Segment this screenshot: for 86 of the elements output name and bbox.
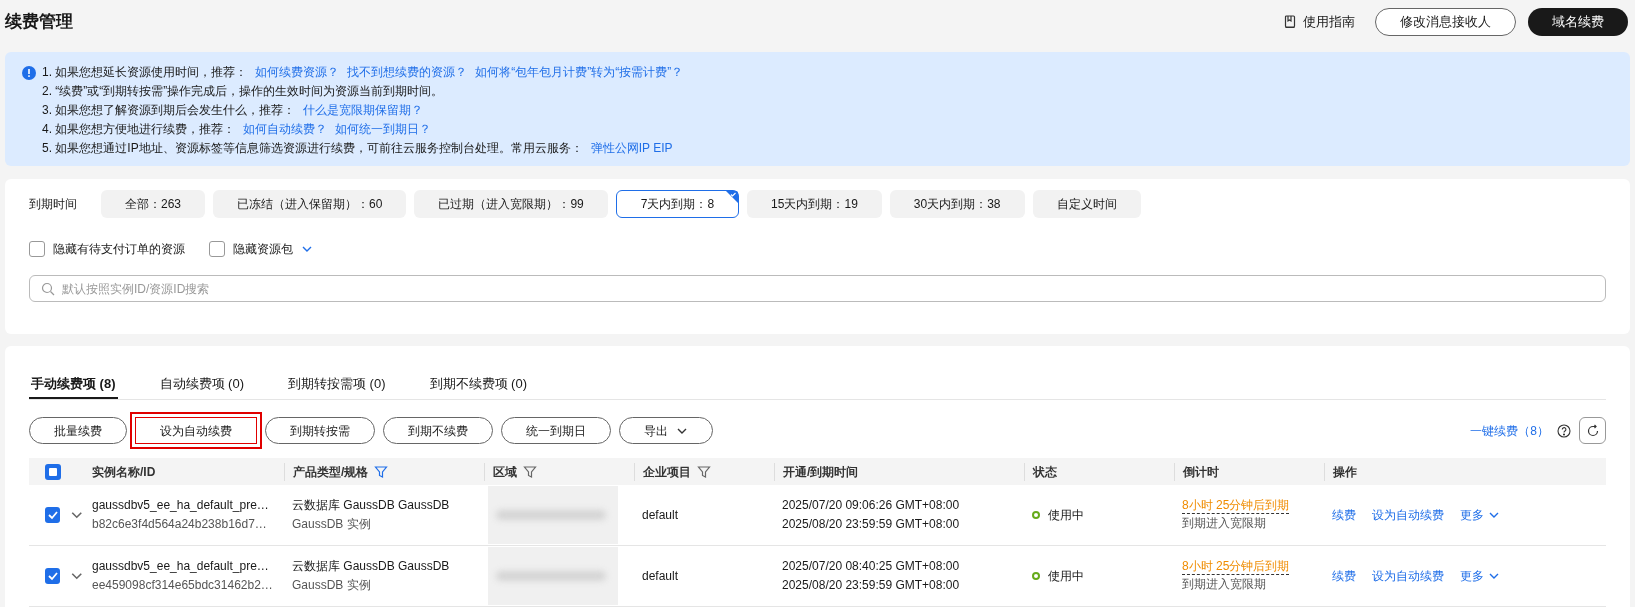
checkbox[interactable]: [209, 241, 225, 257]
help-link[interactable]: 如何续费资源？: [255, 63, 340, 82]
help-link[interactable]: 什么是宽限期保留期？: [303, 101, 424, 120]
tab[interactable]: 到期不续费项 (0): [427, 370, 529, 399]
filter-chip[interactable]: 7天内到期：8: [615, 190, 740, 218]
status-text: 使用中: [1048, 568, 1084, 585]
action-link[interactable]: 续费: [1332, 506, 1356, 524]
help-link[interactable]: 如何将“包年包月计费”转为“按需计费”？: [475, 63, 684, 82]
notice-text: 2. “续费”或“到期转按需”操作完成后，操作的生效时间为资源当前到期时间。: [42, 83, 444, 100]
filter-chip[interactable]: 已冻结（进入保留期）：60: [213, 190, 407, 218]
column-header: 操作: [1333, 463, 1357, 481]
action-link[interactable]: 设为自动续费: [1372, 567, 1444, 585]
filter-icon[interactable]: [523, 464, 537, 479]
action-link[interactable]: 更多: [1460, 567, 1484, 585]
filter-chip[interactable]: 15天内到期：19: [747, 190, 882, 218]
search-icon: [41, 282, 55, 296]
help-link[interactable]: 找不到想续费的资源？: [347, 63, 468, 82]
refresh-icon: [1585, 423, 1600, 438]
toolbar-button[interactable]: 到期转按需: [265, 417, 375, 444]
action-link[interactable]: 更多: [1460, 506, 1484, 524]
toolbar-button[interactable]: 导出: [619, 417, 713, 444]
checkbox[interactable]: [29, 241, 45, 257]
open-time: 2025/07/20 08:40:25 GMT+08:00: [782, 558, 961, 575]
notice-text: 4. 如果您想方便地进行续费，推荐：: [42, 121, 236, 138]
open-time: 2025/07/20 09:06:26 GMT+08:00: [782, 497, 961, 514]
toolbar-button[interactable]: 统一到期日: [501, 417, 611, 444]
option-label: 隐藏资源包: [233, 241, 293, 258]
corner-check-icon: [726, 191, 739, 203]
tab[interactable]: 到期转按需项 (0): [286, 370, 388, 399]
help-link[interactable]: 弹性公网IP EIP: [590, 139, 673, 158]
tab[interactable]: 手动续费项 (8): [29, 370, 118, 399]
instance-id: b82c6e3f4d564a24b238b16d7…: [92, 516, 268, 533]
filter-chip[interactable]: 自定义时间: [1032, 190, 1141, 218]
action-link[interactable]: 设为自动续费: [1372, 506, 1444, 524]
expire-time: 2025/08/20 23:59:59 GMT+08:00: [782, 577, 961, 594]
product-spec: GaussDB 实例: [292, 516, 372, 533]
column-header: 实例名称/ID: [92, 463, 156, 481]
product-type: 云数据库 GaussDB GaussDB: [292, 497, 451, 514]
action-link[interactable]: 续费: [1332, 567, 1356, 585]
countdown-note: 到期进入宽限期: [1182, 576, 1266, 593]
help-link[interactable]: 如何自动续费？: [243, 120, 328, 139]
one-click-renew-link[interactable]: 一键续费（8）: [1470, 421, 1549, 440]
book-icon: [1283, 15, 1297, 29]
column-header: 区域: [493, 463, 517, 481]
notice-text: 1. 如果您想延长资源使用时间，推荐：: [42, 64, 248, 81]
filter-icon[interactable]: [697, 464, 711, 479]
column-header: 状态: [1033, 463, 1057, 481]
filter-chip[interactable]: 30天内到期：38: [889, 190, 1025, 218]
expire-time: 2025/08/20 23:59:59 GMT+08:00: [782, 516, 961, 533]
primary-button[interactable]: 域名续费: [1528, 8, 1628, 36]
help-icon[interactable]: [1557, 423, 1571, 438]
info-icon: [22, 66, 36, 80]
product-type: 云数据库 GaussDB GaussDB: [292, 558, 451, 575]
page-title: 续费管理: [5, 11, 73, 34]
project-name: default: [642, 508, 679, 522]
filter-chip[interactable]: 已过期（进入宽限期）：99: [414, 190, 608, 218]
checkbox[interactable]: [45, 507, 61, 523]
column-header: 开通/到期时间: [783, 463, 859, 481]
guide-link[interactable]: 使用指南: [1303, 12, 1355, 32]
option-label: 隐藏有待支付订单的资源: [53, 241, 185, 258]
notice-text: 5. 如果您想通过IP地址、资源标签等信息筛选资源进行续费，可前往云服务控制台处理。常用云服务：: [42, 140, 583, 157]
toolbar-button[interactable]: 批量续费: [29, 417, 127, 444]
column-header: 产品类型/规格: [293, 463, 369, 481]
tab[interactable]: 自动续费项 (0): [157, 370, 246, 399]
refresh-button[interactable]: [1579, 417, 1606, 444]
notice-text: 3. 如果您想了解资源到期后会发生什么，推荐：: [42, 102, 296, 119]
help-link[interactable]: 如何统一到期日？: [335, 120, 432, 139]
search-field[interactable]: 默认按照实例ID/资源ID搜索: [29, 275, 1606, 302]
select-all-checkbox[interactable]: [45, 463, 61, 480]
filter-label: 到期时间: [29, 196, 77, 213]
countdown: 8小时 25分钟后到期: [1182, 558, 1290, 575]
countdown-note: 到期进入宽限期: [1182, 515, 1266, 532]
instance-id: ee459098cf314e65bdc31462b2…: [92, 577, 274, 594]
filter-icon[interactable]: [374, 464, 389, 479]
countdown: 8小时 25分钟后到期: [1182, 497, 1290, 514]
instance-name: gaussdbv5_ee_ha_default_pre…: [92, 558, 270, 575]
outline-button[interactable]: 修改消息接收人: [1375, 8, 1516, 36]
status-text: 使用中: [1048, 507, 1084, 524]
column-header: 倒计时: [1183, 463, 1219, 481]
instance-name: gaussdbv5_ee_ha_default_pre…: [92, 497, 270, 514]
filter-chip[interactable]: 全部：263: [101, 190, 206, 218]
product-spec: GaussDB 实例: [292, 577, 372, 594]
toolbar-button[interactable]: 到期不续费: [383, 417, 493, 444]
column-header: 企业项目: [643, 463, 691, 481]
project-name: default: [642, 569, 679, 583]
checkbox[interactable]: [45, 568, 61, 584]
